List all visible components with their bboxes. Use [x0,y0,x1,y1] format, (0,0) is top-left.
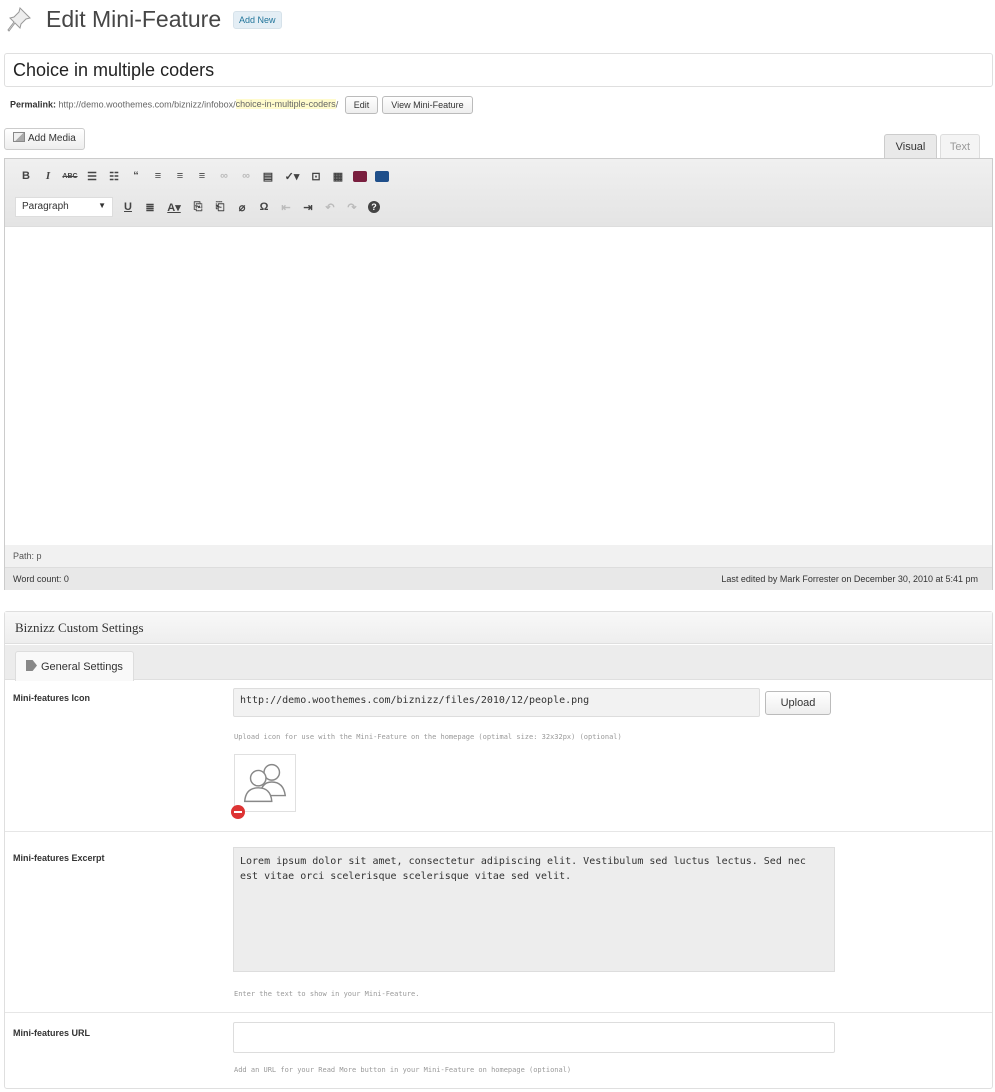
add-media-label: Add Media [28,133,76,144]
view-mini-feature-button[interactable]: View Mini-Feature [382,96,473,114]
custom-settings-box: Biznizz Custom Settings General Settings… [4,611,993,1089]
outdent-icon[interactable]: ⇤ [275,197,297,217]
fullscreen-icon[interactable]: ⊡ [305,166,327,186]
toolbar-row-2: Paragraph ▼ U ≣ A▾ ⎘ ⎗ ⌀ Ω ⇤ ⇥ ↶ ↷ ? [15,196,385,218]
chevron-down-icon: ▼ [98,201,106,210]
excerpt-textarea[interactable]: Lorem ipsum dolor sit amet, consectetur … [233,847,835,972]
shortcode-icon[interactable] [349,166,371,186]
tab-general-settings[interactable]: General Settings [15,651,134,681]
paste-text-icon[interactable]: ⎘ [187,197,209,217]
tag-icon [26,660,37,671]
custom-settings-title[interactable]: Biznizz Custom Settings [5,612,992,644]
align-right-icon[interactable]: ≡ [191,166,213,186]
numbered-list-icon[interactable]: ☷ [103,166,125,186]
post-title-input[interactable]: Choice in multiple coders [4,53,993,87]
excerpt-description: Enter the text to show in your Mini-Feat… [234,990,420,998]
remove-icon[interactable] [231,805,245,819]
edit-permalink-button[interactable]: Edit [344,96,379,114]
toolbar-row-1: B I ABC ☰ ☷ “ ≡ ≡ ≡ ∞ ∞ ▤ ✓▾ ⊡ ▦ [15,165,393,187]
bold-icon[interactable]: B [15,166,37,186]
undo-icon[interactable]: ↶ [319,197,341,217]
help-icon[interactable]: ? [363,197,385,217]
permalink-row: Permalink: http://demo.woothemes.com/biz… [10,96,473,114]
format-select-value: Paragraph [22,201,69,212]
url-description: Add an URL for your Read More button in … [234,1066,572,1074]
icon-setting-row: Mini-features Icon http://demo.woothemes… [5,681,992,832]
permalink-label: Permalink: [10,99,57,110]
icon-setting-label: Mini-features Icon [13,693,91,703]
special-char-icon[interactable]: Ω [253,197,275,217]
permalink-trail: / [335,99,339,110]
last-edited: Last edited by Mark Forrester on Decembe… [721,574,978,584]
tab-visual[interactable]: Visual [884,134,937,160]
upload-button[interactable]: Upload [765,691,831,715]
more-tag-icon[interactable]: ▤ [257,166,279,186]
align-left-icon[interactable]: ≡ [147,166,169,186]
permalink-slug[interactable]: choice-in-multiple-coders [235,99,336,110]
permalink-base: http://demo.woothemes.com/biznizz/infobo… [58,99,236,110]
url-input[interactable] [233,1022,835,1053]
indent-icon[interactable]: ⇥ [297,197,319,217]
editor-toolbar: B I ABC ☰ ☷ “ ≡ ≡ ≡ ∞ ∞ ▤ ✓▾ ⊡ ▦ Paragra… [5,159,992,227]
excerpt-setting-label: Mini-features Excerpt [13,853,105,863]
pushpin-icon [7,7,31,32]
unlink-icon[interactable]: ∞ [235,166,257,186]
content-editor: B I ABC ☰ ☷ “ ≡ ≡ ≡ ∞ ∞ ▤ ✓▾ ⊡ ▦ Paragra… [4,158,993,590]
people-icon [243,763,287,803]
italic-icon[interactable]: I [37,166,59,186]
kitchen-sink-icon[interactable]: ▦ [327,166,349,186]
bullet-list-icon[interactable]: ☰ [81,166,103,186]
blockquote-icon[interactable]: “ [125,166,147,186]
paste-word-icon[interactable]: ⎗ [209,197,231,217]
add-media-button[interactable]: Add Media [4,128,85,150]
add-new-button[interactable]: Add New [233,11,282,29]
url-setting-label: Mini-features URL [13,1028,91,1038]
settings-tabs: General Settings [5,645,992,681]
page-title: Edit Mini-Feature [46,6,222,32]
redo-icon[interactable]: ↷ [341,197,363,217]
format-select[interactable]: Paragraph ▼ [15,197,113,217]
word-count-bar: Word count: 0 Last edited by Mark Forres… [5,567,992,590]
underline-icon[interactable]: U [117,197,139,217]
clear-format-icon[interactable]: ⌀ [231,197,253,217]
path-bar: Path: p [5,545,992,567]
page-header: Edit Mini-Feature Add New [0,0,995,40]
shortcode-alt-icon[interactable] [371,166,393,186]
word-count: Word count: 0 [13,574,69,584]
justify-icon[interactable]: ≣ [139,197,161,217]
link-icon[interactable]: ∞ [213,166,235,186]
tab-text[interactable]: Text [940,134,980,158]
icon-url-input[interactable]: http://demo.woothemes.com/biznizz/files/… [233,688,760,717]
editor-body[interactable] [5,227,992,545]
align-center-icon[interactable]: ≡ [169,166,191,186]
text-color-icon[interactable]: A▾ [161,197,187,217]
tab-general-settings-label: General Settings [41,661,123,673]
media-icon [13,132,25,142]
icon-description: Upload icon for use with the Mini-Featur… [234,733,622,741]
strikethrough-icon[interactable]: ABC [59,166,81,186]
icon-thumbnail [234,754,296,812]
spellcheck-icon[interactable]: ✓▾ [279,166,305,186]
